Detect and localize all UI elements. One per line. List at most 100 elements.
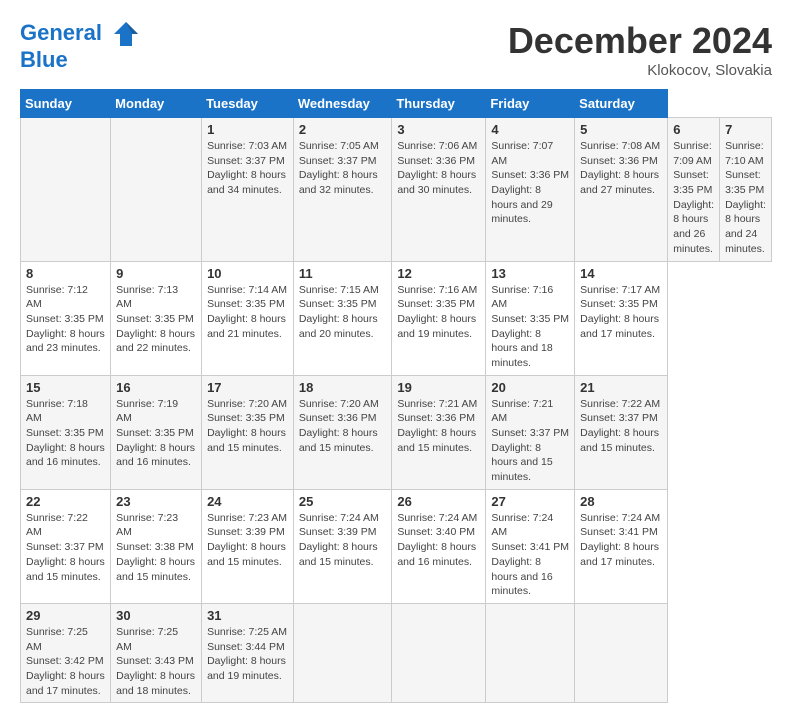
day-number: 26	[397, 494, 480, 509]
calendar-cell: 12Sunrise: 7:16 AMSunset: 3:35 PMDayligh…	[392, 261, 486, 375]
day-number: 5	[580, 122, 662, 137]
logo-icon	[112, 20, 140, 48]
calendar-cell: 13 Sunrise: 7:16 AMSunset: 3:35 PMDayligh…	[486, 261, 575, 375]
day-number: 17	[207, 380, 288, 395]
calendar-cell: 29Sunrise: 7:25 AMSunset: 3:42 PMDayligh…	[21, 603, 111, 702]
weekday-header-friday: Friday	[486, 90, 575, 118]
calendar-cell: 5 Sunrise: 7:08 AMSunset: 3:36 PMDaylight…	[575, 118, 668, 262]
day-number: 4	[491, 122, 569, 137]
day-detail: Sunrise: 7:07 AMSunset: 3:36 PMDaylight:…	[491, 139, 569, 227]
day-number: 15	[26, 380, 105, 395]
weekday-header-sunday: Sunday	[21, 90, 111, 118]
month-title: December 2024	[508, 20, 772, 62]
day-detail: Sunrise: 7:12 AMSunset: 3:35 PMDaylight:…	[26, 283, 105, 356]
day-detail: Sunrise: 7:05 AMSunset: 3:37 PMDaylight:…	[299, 139, 387, 198]
day-number: 20	[491, 380, 569, 395]
day-detail: Sunrise: 7:14 AMSunset: 3:35 PMDaylight:…	[207, 283, 288, 342]
logo-general: General	[20, 20, 102, 45]
calendar-cell: 27 Sunrise: 7:24 AMSunset: 3:41 PMDayligh…	[486, 489, 575, 603]
day-number: 22	[26, 494, 105, 509]
day-number: 24	[207, 494, 288, 509]
calendar-cell: 30Sunrise: 7:25 AMSunset: 3:43 PMDayligh…	[111, 603, 202, 702]
day-detail: Sunrise: 7:16 AMSunset: 3:35 PMDaylight:…	[491, 283, 569, 371]
day-number: 14	[580, 266, 662, 281]
day-number: 27	[491, 494, 569, 509]
calendar-cell: 16Sunrise: 7:19 AMSunset: 3:35 PMDayligh…	[111, 375, 202, 489]
calendar-cell: 15 Sunrise: 7:18 AMSunset: 3:35 PMDayligh…	[21, 375, 111, 489]
weekday-header-wednesday: Wednesday	[293, 90, 392, 118]
calendar-cell	[293, 603, 392, 702]
calendar-cell: 20 Sunrise: 7:21 AMSunset: 3:37 PMDayligh…	[486, 375, 575, 489]
day-detail: Sunrise: 7:24 AMSunset: 3:41 PMDaylight:…	[580, 511, 662, 570]
empty-cell	[21, 118, 111, 262]
day-detail: Sunrise: 7:20 AMSunset: 3:35 PMDaylight:…	[207, 397, 288, 456]
calendar-cell: 22Sunrise: 7:22 AMSunset: 3:37 PMDayligh…	[21, 489, 111, 603]
calendar-cell: 17 Sunrise: 7:20 AMSunset: 3:35 PMDayligh…	[202, 375, 294, 489]
weekday-header-tuesday: Tuesday	[202, 90, 294, 118]
day-detail: Sunrise: 7:21 AMSunset: 3:37 PMDaylight:…	[491, 397, 569, 485]
title-block: December 2024 Klokocov, Slovakia	[508, 20, 772, 79]
calendar-cell	[575, 603, 668, 702]
day-detail: Sunrise: 7:20 AMSunset: 3:36 PMDaylight:…	[299, 397, 387, 456]
day-detail: Sunrise: 7:18 AMSunset: 3:35 PMDaylight:…	[26, 397, 105, 470]
calendar-cell: 26 Sunrise: 7:24 AMSunset: 3:40 PMDayligh…	[392, 489, 486, 603]
day-number: 19	[397, 380, 480, 395]
calendar-cell: 4 Sunrise: 7:07 AMSunset: 3:36 PMDaylight…	[486, 118, 575, 262]
day-number: 28	[580, 494, 662, 509]
day-number: 12	[397, 266, 480, 281]
calendar-cell: 21 Sunrise: 7:22 AMSunset: 3:37 PMDayligh…	[575, 375, 668, 489]
location: Klokocov, Slovakia	[508, 62, 772, 79]
calendar-cell: 1 Sunrise: 7:03 AMSunset: 3:37 PMDaylight…	[202, 118, 294, 262]
calendar-cell: 28 Sunrise: 7:24 AMSunset: 3:41 PMDayligh…	[575, 489, 668, 603]
day-detail: Sunrise: 7:24 AMSunset: 3:40 PMDaylight:…	[397, 511, 480, 570]
day-number: 8	[26, 266, 105, 281]
day-detail: Sunrise: 7:19 AMSunset: 3:35 PMDaylight:…	[116, 397, 196, 470]
day-number: 1	[207, 122, 288, 137]
calendar-cell: 8 Sunrise: 7:12 AMSunset: 3:35 PMDaylight…	[21, 261, 111, 375]
day-number: 25	[299, 494, 387, 509]
calendar-week-3: 15 Sunrise: 7:18 AMSunset: 3:35 PMDayligh…	[21, 375, 772, 489]
empty-cell	[111, 118, 202, 262]
day-number: 21	[580, 380, 662, 395]
calendar-cell: 2 Sunrise: 7:05 AMSunset: 3:37 PMDaylight…	[293, 118, 392, 262]
day-detail: Sunrise: 7:24 AMSunset: 3:39 PMDaylight:…	[299, 511, 387, 570]
day-number: 3	[397, 122, 480, 137]
day-number: 30	[116, 608, 196, 623]
calendar-table: SundayMondayTuesdayWednesdayThursdayFrid…	[20, 89, 772, 703]
weekday-header-monday: Monday	[111, 90, 202, 118]
day-number: 2	[299, 122, 387, 137]
logo: General Blue	[20, 20, 140, 72]
calendar-cell: 7 Sunrise: 7:10 AMSunset: 3:35 PMDaylight…	[720, 118, 772, 262]
day-detail: Sunrise: 7:13 AMSunset: 3:35 PMDaylight:…	[116, 283, 196, 356]
calendar-week-2: 8 Sunrise: 7:12 AMSunset: 3:35 PMDaylight…	[21, 261, 772, 375]
day-detail: Sunrise: 7:10 AMSunset: 3:35 PMDaylight:…	[725, 139, 766, 257]
calendar-cell	[486, 603, 575, 702]
calendar-cell: 3Sunrise: 7:06 AMSunset: 3:36 PMDaylight…	[392, 118, 486, 262]
day-number: 18	[299, 380, 387, 395]
day-number: 11	[299, 266, 387, 281]
day-detail: Sunrise: 7:03 AMSunset: 3:37 PMDaylight:…	[207, 139, 288, 198]
day-detail: Sunrise: 7:24 AMSunset: 3:41 PMDaylight:…	[491, 511, 569, 599]
calendar-cell: 19Sunrise: 7:21 AMSunset: 3:36 PMDayligh…	[392, 375, 486, 489]
weekday-header-saturday: Saturday	[575, 90, 668, 118]
calendar-cell: 11Sunrise: 7:15 AMSunset: 3:35 PMDayligh…	[293, 261, 392, 375]
day-number: 23	[116, 494, 196, 509]
page-header: General Blue December 2024 Klokocov, Slo…	[20, 20, 772, 79]
day-detail: Sunrise: 7:25 AMSunset: 3:44 PMDaylight:…	[207, 625, 288, 684]
day-number: 13	[491, 266, 569, 281]
day-detail: Sunrise: 7:17 AMSunset: 3:35 PMDaylight:…	[580, 283, 662, 342]
day-detail: Sunrise: 7:09 AMSunset: 3:35 PMDaylight:…	[673, 139, 714, 257]
calendar-cell: 14 Sunrise: 7:17 AMSunset: 3:35 PMDayligh…	[575, 261, 668, 375]
logo-text: General	[20, 20, 140, 48]
day-detail: Sunrise: 7:23 AMSunset: 3:38 PMDaylight:…	[116, 511, 196, 584]
calendar-cell: 24Sunrise: 7:23 AMSunset: 3:39 PMDayligh…	[202, 489, 294, 603]
day-number: 29	[26, 608, 105, 623]
day-detail: Sunrise: 7:22 AMSunset: 3:37 PMDaylight:…	[580, 397, 662, 456]
day-number: 7	[725, 122, 766, 137]
calendar-cell: 23 Sunrise: 7:23 AMSunset: 3:38 PMDayligh…	[111, 489, 202, 603]
day-number: 9	[116, 266, 196, 281]
weekday-header-row: SundayMondayTuesdayWednesdayThursdayFrid…	[21, 90, 772, 118]
day-number: 10	[207, 266, 288, 281]
calendar-cell: 31Sunrise: 7:25 AMSunset: 3:44 PMDayligh…	[202, 603, 294, 702]
day-detail: Sunrise: 7:08 AMSunset: 3:36 PMDaylight:…	[580, 139, 662, 198]
